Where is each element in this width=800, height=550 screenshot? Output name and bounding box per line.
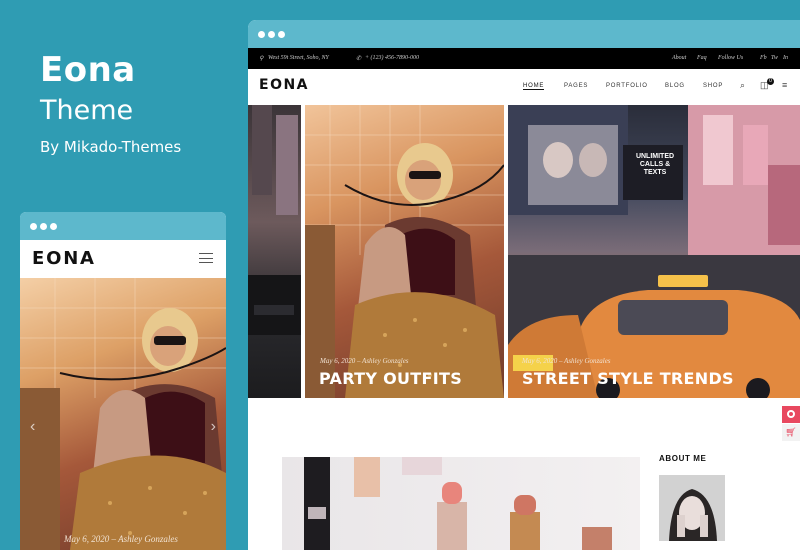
about-me-title: ABOUT ME: [659, 454, 707, 463]
nav-portfolio[interactable]: PORTFOLIO: [606, 83, 648, 89]
billboard-text: UNLIMITED CALLS & TEXTS: [635, 153, 675, 176]
hero-slide-meta: May 6, 2020 – Ashley Gonzales: [522, 357, 611, 365]
hero-slide-meta: May 6, 2020 – Ashley Gonzales: [320, 357, 409, 365]
social-link-twitter[interactable]: Tw: [771, 55, 778, 61]
window-dot: [30, 223, 37, 230]
about-me-portrait: [659, 475, 725, 541]
chevron-left-icon[interactable]: ‹: [30, 418, 35, 436]
times-square-photo-illustration: [508, 105, 800, 398]
hamburger-menu-icon[interactable]: [199, 253, 213, 263]
top-info-bar: ⚲ West 59t Street, Soho, NY ✆ + (123) 45…: [248, 48, 800, 69]
cart-count-badge: 0: [767, 78, 774, 85]
menu-icon[interactable]: ≡: [782, 80, 787, 90]
mobile-hero-meta: May 6, 2020 – Ashley Gonzales: [64, 534, 178, 544]
desktop-browser-frame: ⚲ West 59t Street, Soho, NY ✆ + (123) 45…: [248, 20, 800, 550]
hero-slide-party-outfits[interactable]: May 6, 2020 – Ashley Gonzales PARTY OUTF…: [305, 105, 504, 398]
desktop-window-bar: [248, 20, 800, 48]
portrait-illustration: [659, 475, 725, 541]
mobile-woman-photo-illustration: [20, 278, 226, 550]
lipstick-photo-illustration: [304, 457, 612, 550]
window-dot: [268, 31, 275, 38]
nav-blog[interactable]: BLOG: [665, 83, 685, 89]
location-icon: ⚲: [259, 56, 264, 62]
topbar-link-follow[interactable]: Follow Us: [718, 55, 743, 61]
phone-icon: ✆: [356, 56, 362, 62]
street-photo-fragment: [248, 105, 301, 335]
search-icon[interactable]: ⌕: [740, 80, 745, 91]
promo-author: By Mikado-Themes: [40, 138, 182, 156]
window-dot: [50, 223, 57, 230]
hero-slide-prev[interactable]: [248, 105, 301, 398]
mobile-site-header: EONA: [20, 240, 226, 278]
cart-widget-icon[interactable]: 🛒︎: [782, 424, 800, 441]
hero-slide-caption[interactable]: PARTY OUTFITS: [319, 369, 462, 388]
mobile-window-bar: [20, 212, 226, 240]
hero-slider: May 6, 2020 – Ashley Gonzales PARTY OUTF…: [248, 105, 800, 398]
article-featured-image[interactable]: [282, 457, 640, 550]
topbar-link-about[interactable]: About: [672, 55, 686, 61]
phone-text: + (123) 456-7890-000: [365, 55, 420, 61]
chevron-right-icon[interactable]: ›: [211, 418, 216, 436]
window-dot: [258, 31, 265, 38]
mobile-hero-slide[interactable]: ‹ › May 6, 2020 – Ashley Gonzales: [20, 278, 226, 550]
hero-slide-street-style[interactable]: UNLIMITED CALLS & TEXTS May 6, 2020 – As…: [508, 105, 800, 398]
nav-pages[interactable]: PAGES: [564, 83, 588, 89]
window-dot: [278, 31, 285, 38]
site-logo[interactable]: EONA: [259, 77, 309, 93]
mobile-browser-frame: EONA ‹ › May 6, 2020 – Ashley Gonzales: [20, 212, 226, 550]
hero-slide-caption[interactable]: STREET STYLE TRENDS: [522, 369, 734, 388]
woman-photo-illustration: [305, 105, 504, 398]
promo-title: Eona: [40, 50, 136, 90]
window-dot: [40, 223, 47, 230]
nav-shop[interactable]: SHOP: [703, 83, 723, 89]
topbar-link-faq[interactable]: Faq: [697, 55, 707, 61]
address-text: West 59t Street, Soho, NY: [268, 55, 329, 61]
ring-widget-icon[interactable]: [782, 406, 800, 423]
mobile-site-logo[interactable]: EONA: [32, 248, 96, 269]
site-header: EONA HOME PAGES PORTFOLIO BLOG SHOP ⌕ ◫ …: [248, 69, 800, 105]
nav-home[interactable]: HOME: [523, 83, 545, 90]
social-link-instagram[interactable]: In: [783, 55, 788, 61]
social-link-facebook[interactable]: Fb: [760, 55, 767, 61]
promo-subtitle: Theme: [40, 95, 134, 126]
